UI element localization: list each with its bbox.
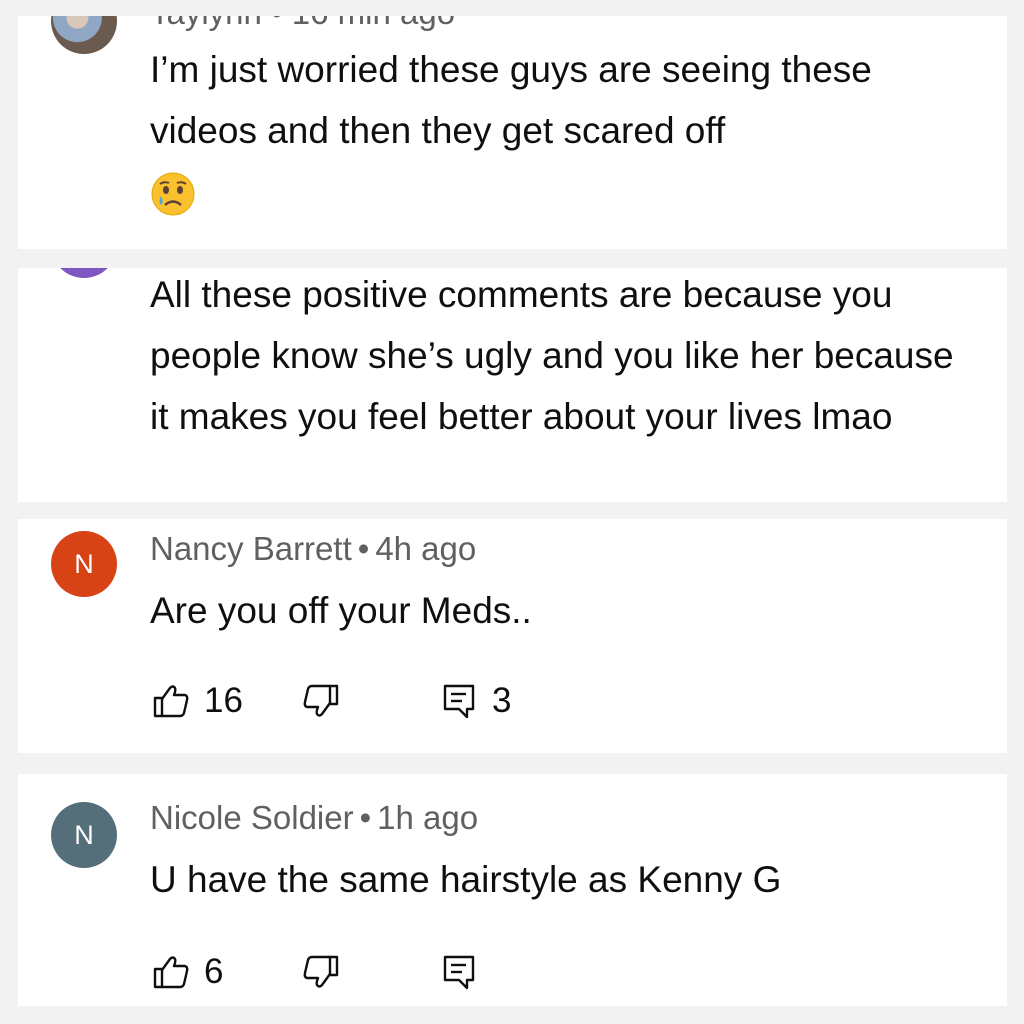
comment-card: All these positive comments are because … [18, 268, 1007, 502]
separator-dot: • [357, 530, 370, 567]
reply-button[interactable]: 3 [440, 681, 532, 721]
comment-actions: 6 [152, 950, 478, 994]
dislike-button[interactable] [302, 953, 340, 991]
crying-face-icon [150, 171, 196, 217]
like-count: 16 [204, 681, 243, 720]
author-name[interactable]: Nancy Barrett [150, 530, 352, 567]
comment-card: N Nancy Barrett • 4h ago Are you off your … [18, 519, 1007, 753]
reply-comment-icon[interactable] [440, 682, 478, 720]
author-name[interactable]: Nicole Soldier [150, 799, 354, 836]
comment-body: I’m just worried these guys are seeing t… [150, 49, 872, 151]
comments-page: Taylynn • 16 min ago I’m just worried th… [0, 0, 1024, 1024]
avatar[interactable]: N [51, 802, 117, 868]
comment-meta: Nicole Soldier • 1h ago [150, 799, 478, 837]
comment-text: All these positive comments are because … [150, 274, 954, 437]
comment-meta: Taylynn • 16 min ago [150, 16, 455, 32]
dislike-button[interactable] [302, 682, 340, 720]
thumbs-down-icon[interactable] [302, 682, 340, 720]
thumbs-down-icon[interactable] [302, 953, 340, 991]
comment-card: N Nicole Soldier • 1h ago U have the same … [18, 774, 1007, 1006]
reply-comment-icon[interactable] [440, 953, 478, 991]
comment-text: U have the same hairstyle as Kenny G [150, 859, 782, 900]
like-button[interactable]: 16 [152, 681, 302, 721]
avatar[interactable] [51, 268, 117, 278]
avatar[interactable] [51, 16, 117, 54]
thumbs-up-icon[interactable] [152, 953, 190, 991]
comment-text: Are you off your Meds.. [150, 590, 532, 631]
comment-meta: Nancy Barrett • 4h ago [150, 530, 476, 568]
comment-text: I’m just worried these guys are seeing t… [150, 39, 967, 222]
reply-button[interactable] [440, 953, 478, 991]
comment-time: 1h ago [377, 799, 479, 836]
comment-actions: 16 3 [152, 679, 532, 723]
like-count: 6 [204, 952, 224, 991]
comment-time: 4h ago [375, 530, 477, 567]
avatar[interactable]: N [51, 531, 117, 597]
separator-dot: • [359, 799, 372, 836]
comment-card: Taylynn • 16 min ago I’m just worried th… [18, 16, 1007, 249]
like-button[interactable]: 6 [152, 952, 302, 992]
reply-count: 3 [492, 681, 512, 720]
thumbs-up-icon[interactable] [152, 682, 190, 720]
